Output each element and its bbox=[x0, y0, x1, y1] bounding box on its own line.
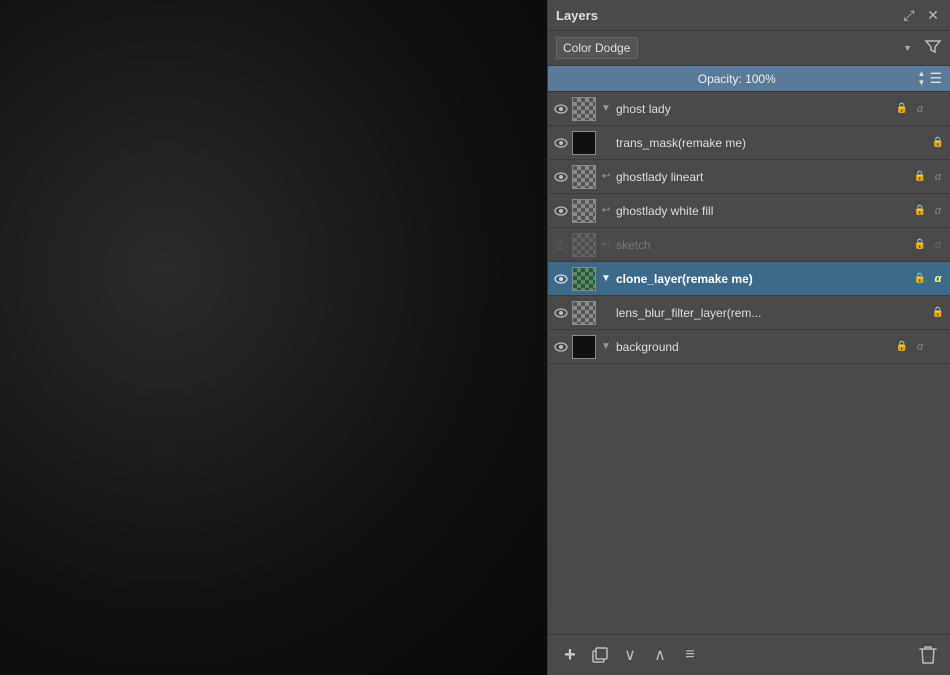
layer-right-icons: 🔒 α bbox=[912, 237, 946, 253]
layer-thumbnail bbox=[572, 199, 596, 223]
blend-mode-row: Color Dodge Normal Multiply Screen Overl… bbox=[548, 31, 950, 66]
layer-lock-icon[interactable]: 🔒 bbox=[894, 101, 910, 117]
layer-right-icons: 🔒 α bbox=[912, 169, 946, 185]
opacity-menu-icon[interactable]: ☰ bbox=[929, 70, 942, 87]
layer-name: clone_layer(remake me) bbox=[616, 272, 910, 286]
layer-right-icons: 🔒 bbox=[930, 305, 946, 321]
layer-visibility-toggle[interactable] bbox=[552, 236, 570, 254]
layer-thumbnail bbox=[572, 97, 596, 121]
layer-lock-icon[interactable]: 🔒 bbox=[912, 271, 928, 287]
panel-header: Layers ⤢ ✕ bbox=[548, 0, 950, 31]
layer-right-icons: 🔒 α bbox=[912, 203, 946, 219]
layer-expand-icon[interactable]: ▼ bbox=[598, 101, 614, 117]
layer-lock-icon[interactable]: 🔒 bbox=[930, 305, 946, 321]
layer-right-icons: 🔒 bbox=[930, 135, 946, 151]
layer-expand-icon[interactable]: ↩ bbox=[598, 237, 614, 253]
opacity-up-arrow[interactable]: ▲ bbox=[918, 70, 926, 78]
duplicate-layer-button[interactable] bbox=[588, 643, 612, 667]
layer-lock-icon[interactable]: 🔒 bbox=[894, 339, 910, 355]
layer-thumbnail bbox=[572, 335, 596, 359]
merge-layers-button[interactable]: ≡ bbox=[678, 643, 702, 667]
layer-name: lens_blur_filter_layer(rem... bbox=[616, 306, 928, 320]
layer-name: sketch bbox=[616, 238, 910, 252]
layer-alpha-icon[interactable]: α bbox=[930, 169, 946, 185]
layer-alpha-icon[interactable]: α bbox=[930, 203, 946, 219]
layer-visibility-toggle[interactable] bbox=[552, 100, 570, 118]
layers-bottom-toolbar: + ∨ ∧ ≡ bbox=[548, 634, 950, 675]
layer-thumbnail bbox=[572, 267, 596, 291]
layers-panel: Layers ⤢ ✕ Color Dodge Normal Multiply S… bbox=[547, 0, 950, 675]
expand-panel-icon[interactable]: ⤢ bbox=[900, 6, 918, 24]
header-icons: ⤢ ✕ bbox=[900, 6, 942, 24]
layer-thumbnail bbox=[572, 165, 596, 189]
layer-expand-icon[interactable]: ↩ bbox=[598, 169, 614, 185]
add-layer-button[interactable]: + bbox=[558, 643, 582, 667]
layer-right-icons: 🔒 α bbox=[912, 271, 946, 287]
opacity-row[interactable]: Opacity: 100% ▲ ▼ ☰ bbox=[548, 66, 950, 92]
layer-extra-icon bbox=[930, 101, 946, 117]
layer-name: ghostlady lineart bbox=[616, 170, 910, 184]
layer-lock-icon[interactable]: 🔒 bbox=[912, 169, 928, 185]
layer-filter-icon[interactable] bbox=[924, 38, 942, 59]
layer-visibility-toggle[interactable] bbox=[552, 168, 570, 186]
layer-row[interactable]: trans_mask(remake me) 🔒 bbox=[548, 126, 950, 160]
layers-list: ▼ ghost lady 🔒 α trans_mask(remake me) 🔒 bbox=[548, 92, 950, 634]
layer-name: ghostlady white fill bbox=[616, 204, 910, 218]
layer-expand-icon[interactable] bbox=[598, 135, 614, 151]
layer-name: trans_mask(remake me) bbox=[616, 136, 928, 150]
scene-background bbox=[0, 0, 547, 675]
layer-visibility-toggle[interactable] bbox=[552, 338, 570, 356]
layer-row[interactable]: ↩ sketch 🔒 α bbox=[548, 228, 950, 262]
layer-alpha-icon[interactable]: α bbox=[930, 271, 946, 287]
layer-expand-icon[interactable]: ↩ bbox=[598, 203, 614, 219]
layer-alpha-icon[interactable]: α bbox=[930, 237, 946, 253]
layer-row[interactable]: ▼ clone_layer(remake me) 🔒 α bbox=[548, 262, 950, 296]
layer-lock-icon[interactable]: 🔒 bbox=[912, 237, 928, 253]
layer-alpha-icon[interactable]: α bbox=[912, 101, 928, 117]
layer-row[interactable]: ▼ background 🔒 α bbox=[548, 330, 950, 364]
delete-layer-button[interactable] bbox=[916, 643, 940, 667]
opacity-arrows: ▲ ▼ bbox=[918, 70, 926, 87]
layer-thumbnail bbox=[572, 301, 596, 325]
blend-mode-wrapper: Color Dodge Normal Multiply Screen Overl… bbox=[556, 37, 918, 59]
layer-right-icons: 🔒 α bbox=[894, 101, 946, 117]
layer-lock-icon[interactable]: 🔒 bbox=[912, 203, 928, 219]
layer-expand-icon[interactable]: ▼ bbox=[598, 271, 614, 287]
move-layer-down-button[interactable]: ∨ bbox=[618, 643, 642, 667]
layer-visibility-toggle[interactable] bbox=[552, 304, 570, 322]
layer-expand-icon[interactable] bbox=[598, 305, 614, 321]
layer-thumbnail bbox=[572, 233, 596, 257]
move-layer-up-button[interactable]: ∧ bbox=[648, 643, 672, 667]
canvas-area bbox=[0, 0, 547, 675]
close-panel-icon[interactable]: ✕ bbox=[924, 6, 942, 24]
layer-visibility-toggle[interactable] bbox=[552, 202, 570, 220]
layer-alpha-icon[interactable]: α bbox=[912, 339, 928, 355]
layer-lock-icon[interactable]: 🔒 bbox=[930, 135, 946, 151]
layer-row[interactable]: lens_blur_filter_layer(rem... 🔒 bbox=[548, 296, 950, 330]
layer-name: background bbox=[616, 340, 892, 354]
opacity-label: Opacity: 100% bbox=[556, 72, 918, 86]
opacity-down-arrow[interactable]: ▼ bbox=[918, 79, 926, 87]
layer-row[interactable]: ↩ ghostlady white fill 🔒 α bbox=[548, 194, 950, 228]
blend-mode-select[interactable]: Color Dodge Normal Multiply Screen Overl… bbox=[556, 37, 638, 59]
layer-right-icons: 🔒 α bbox=[894, 339, 946, 355]
canvas-scene bbox=[0, 0, 547, 675]
layer-expand-icon[interactable]: ▼ bbox=[598, 339, 614, 355]
layer-extra-icon bbox=[930, 339, 946, 355]
layer-thumbnail bbox=[572, 131, 596, 155]
panel-title: Layers bbox=[556, 8, 598, 23]
layer-row[interactable]: ▼ ghost lady 🔒 α bbox=[548, 92, 950, 126]
layer-name: ghost lady bbox=[616, 102, 892, 116]
layer-visibility-toggle[interactable] bbox=[552, 270, 570, 288]
layer-row[interactable]: ↩ ghostlady lineart 🔒 α bbox=[548, 160, 950, 194]
layer-visibility-toggle[interactable] bbox=[552, 134, 570, 152]
